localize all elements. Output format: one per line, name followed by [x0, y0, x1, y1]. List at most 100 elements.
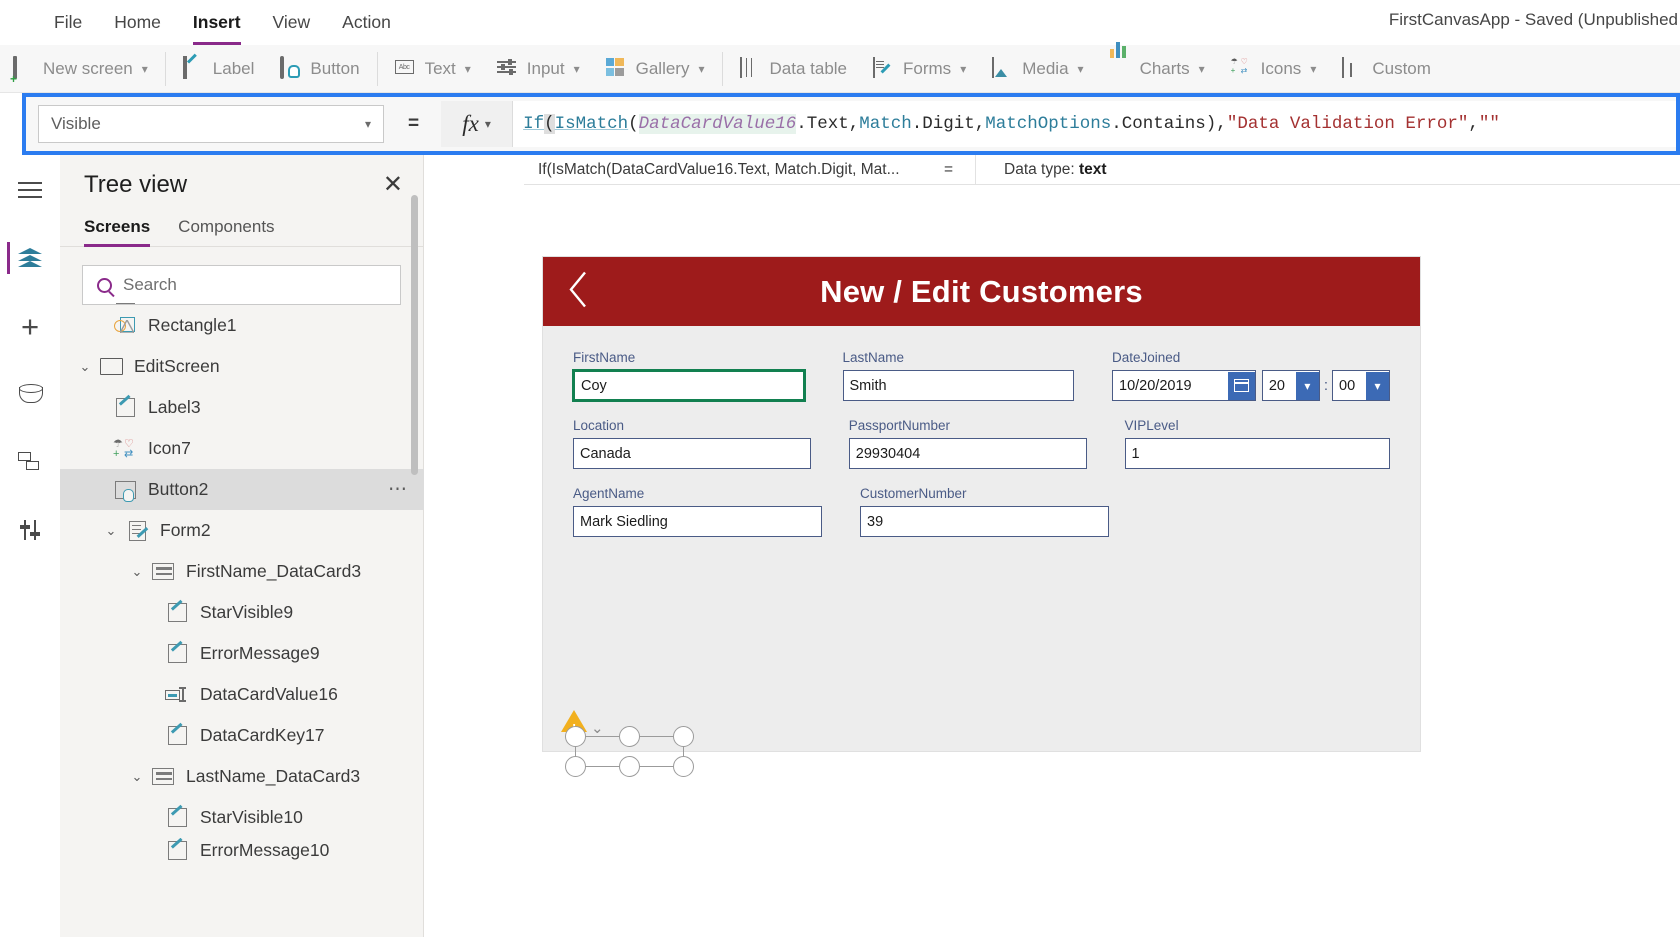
- ribbon-data-table[interactable]: Data table: [727, 45, 861, 92]
- tree-view-icon[interactable]: [7, 237, 52, 279]
- resize-handle[interactable]: [565, 726, 586, 747]
- search-input[interactable]: Search: [82, 265, 401, 305]
- tree-scrollbar[interactable]: [411, 195, 418, 475]
- formula-input[interactable]: If ( IsMatch ( DataCardValue16 .Text, Ma…: [513, 101, 1676, 147]
- fx-button[interactable]: fx ▾: [441, 101, 514, 147]
- field-input-agentname[interactable]: Mark Siedling: [573, 506, 822, 537]
- field-location: Location Canada: [573, 418, 811, 469]
- app-screen-preview[interactable]: New / Edit Customers FirstName Coy LastN…: [543, 257, 1420, 777]
- data-sources-icon[interactable]: [8, 373, 52, 415]
- formula-token: (: [628, 114, 639, 134]
- ribbon-text[interactable]: Abc Text ▾: [382, 45, 484, 92]
- tree-row[interactable]: Label3: [60, 387, 424, 428]
- tab-components[interactable]: Components: [178, 217, 274, 246]
- tab-screens[interactable]: Screens: [84, 217, 151, 247]
- menu-item-file[interactable]: File: [38, 6, 98, 39]
- resize-handle[interactable]: [565, 756, 586, 777]
- tree-row[interactable]: ErrorMessage9: [60, 633, 424, 674]
- screen-icon: [96, 358, 126, 375]
- hamburger-menu-icon[interactable]: [8, 169, 52, 211]
- field-label: Location: [573, 418, 625, 433]
- chevron-down-icon[interactable]: ⌄: [100, 523, 122, 539]
- insert-ribbon: New screen ▾ Label Button Abc Text ▾ Inp…: [0, 42, 1680, 93]
- tree-row-editscreen[interactable]: ⌄ EditScreen: [60, 346, 424, 387]
- formula-preview: If(IsMatch(DataCardValue16.Text, Match.D…: [524, 154, 976, 185]
- chevron-down-icon: ▾: [1198, 61, 1205, 76]
- ribbon-forms[interactable]: Forms ▾: [860, 45, 979, 92]
- ribbon-button[interactable]: Button: [267, 45, 372, 92]
- tree-row-lastname-datacard[interactable]: ⌄ LastName_DataCard3: [60, 756, 424, 797]
- resize-handle[interactable]: [673, 756, 694, 777]
- media-assets-icon[interactable]: [8, 441, 52, 483]
- resize-handle[interactable]: [619, 726, 640, 747]
- ribbon-icons[interactable]: ☂ ♡ + ⇄ Icons ▾: [1218, 45, 1330, 92]
- ribbon-label-text: Text: [424, 58, 456, 78]
- ribbon-label[interactable]: Label: [170, 45, 268, 92]
- pen-icon: [110, 398, 140, 417]
- ribbon-label: New screen: [43, 58, 133, 78]
- menu-item-insert[interactable]: Insert: [177, 6, 257, 45]
- property-select[interactable]: Visible ▾: [38, 105, 384, 143]
- field-input-firstname[interactable]: Coy: [573, 370, 805, 401]
- advanced-settings-icon[interactable]: [8, 509, 52, 551]
- chevron-down-icon[interactable]: ⌄: [126, 769, 148, 785]
- tree-row[interactable]: StarVisible9: [60, 592, 424, 633]
- tree-row[interactable]: StarVisible10: [60, 797, 424, 838]
- edit-form: FirstName Coy LastName Smith DateJoined …: [543, 326, 1420, 777]
- tree-row[interactable]: DataCardKey17: [60, 715, 424, 756]
- insert-plus-icon[interactable]: +: [8, 305, 52, 347]
- tree-row-form2[interactable]: ⌄ Form2: [60, 510, 424, 551]
- close-icon[interactable]: ✕: [383, 173, 403, 197]
- field-input-location[interactable]: Canada: [573, 438, 811, 469]
- field-label: CustomerNumber: [860, 486, 967, 501]
- tree-node-label: EditScreen: [134, 356, 220, 376]
- tree-view-title: Tree view: [84, 171, 188, 198]
- ribbon-charts[interactable]: Charts ▾: [1097, 42, 1218, 92]
- button-icon: [110, 480, 140, 502]
- tree-row-datacardvalue16[interactable]: DataCardValue16: [60, 674, 424, 715]
- tree-node-label: ErrorMessage10: [200, 839, 330, 860]
- chevron-down-icon: ▾: [1077, 61, 1084, 76]
- ribbon-custom[interactable]: Custom: [1329, 45, 1444, 92]
- resize-handle[interactable]: [673, 726, 694, 747]
- formula-token: .Contains),: [1111, 114, 1227, 134]
- tree-row[interactable]: ☂ ♡ + ⇄ Icon7: [60, 428, 424, 469]
- ribbon-input[interactable]: Input ▾: [484, 45, 593, 92]
- tree-node-label: DataCardKey17: [200, 725, 325, 745]
- tree-row[interactable]: ErrorMessage10: [60, 838, 424, 862]
- ribbon-media[interactable]: Media ▾: [979, 45, 1096, 92]
- chevron-down-icon[interactable]: ⌄: [591, 719, 604, 737]
- back-chevron-icon[interactable]: [567, 269, 589, 314]
- ribbon-new-screen[interactable]: New screen ▾: [0, 45, 161, 92]
- menu-item-action[interactable]: Action: [326, 6, 407, 39]
- field-input-customernumber[interactable]: 39: [860, 506, 1109, 537]
- tree-row[interactable]: Rectangle1: [60, 305, 424, 346]
- tree-view-header: Tree view ✕: [60, 155, 423, 199]
- ribbon-gallery[interactable]: Gallery ▾: [593, 45, 718, 92]
- calendar-icon[interactable]: [1227, 371, 1255, 400]
- resize-handle[interactable]: [619, 756, 640, 777]
- more-options-icon[interactable]: ⋯: [388, 478, 408, 501]
- hour-dropdown[interactable]: 20 ▾: [1261, 370, 1320, 401]
- tree-row-firstname-datacard[interactable]: ⌄ FirstName_DataCard3: [60, 551, 424, 592]
- canvas-area: New / Edit Customers FirstName Coy LastN…: [424, 185, 1680, 937]
- tree-row-button2[interactable]: Button2 ⋯: [60, 469, 424, 510]
- data-table-icon: [739, 57, 761, 79]
- field-input-lastname[interactable]: Smith: [842, 370, 1074, 401]
- minute-dropdown[interactable]: 00 ▾: [1332, 370, 1390, 401]
- menu-item-view[interactable]: View: [257, 6, 327, 39]
- formula-token: (: [544, 114, 555, 134]
- ribbon-label-text: Label: [212, 58, 255, 78]
- selection-handles[interactable]: ! ⌄: [561, 710, 695, 778]
- ribbon-divider: [164, 51, 166, 86]
- tree-node-label: StarVisible9: [200, 602, 294, 622]
- tree-node-label: FirstName_DataCard3: [186, 561, 362, 581]
- formula-token: "Data Validation Error": [1226, 114, 1469, 134]
- field-input-viplevel[interactable]: 1: [1124, 438, 1390, 469]
- field-input-passportnumber[interactable]: 29930404: [848, 438, 1087, 469]
- chevron-down-icon[interactable]: ⌄: [74, 359, 96, 375]
- chevron-down-icon[interactable]: ⌄: [126, 564, 148, 580]
- menu-item-home[interactable]: Home: [98, 6, 177, 39]
- minute-value: 00: [1339, 377, 1356, 394]
- date-picker[interactable]: 10/20/2019: [1112, 370, 1256, 401]
